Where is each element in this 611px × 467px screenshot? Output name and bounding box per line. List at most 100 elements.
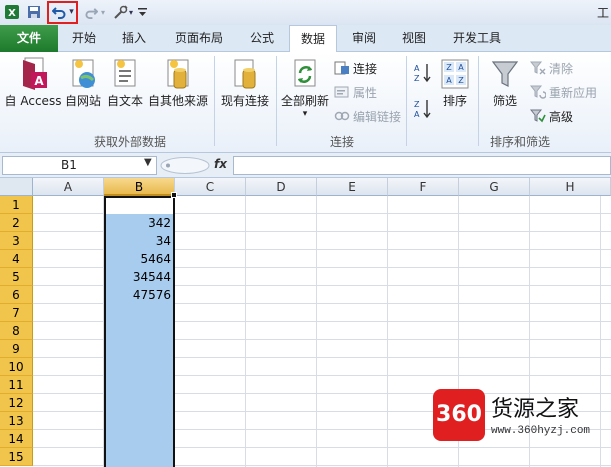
sort-descending-button[interactable]: ZA: [412, 98, 434, 123]
row-header[interactable]: 10: [0, 358, 33, 376]
sort-dialog-icon: Z AA Z: [441, 59, 469, 89]
svg-text:Z: Z: [458, 76, 464, 85]
select-all-corner[interactable]: [0, 178, 33, 196]
column-header-c[interactable]: C: [175, 178, 246, 196]
from-other-sources-button[interactable]: 自其他来源: [146, 56, 210, 109]
refresh-all-arrow: ▾: [302, 109, 308, 119]
watermark-name: 货源之家: [491, 397, 580, 422]
excel-window: X ▾ ▾ ▾ 工 文件 开始 插入 页面布局 公式 数据 审阅 视图 开发工具: [0, 0, 611, 467]
tab-page-layout[interactable]: 页面布局: [164, 25, 234, 52]
tab-developer[interactable]: 开发工具: [444, 25, 510, 52]
cell-b4[interactable]: 5464: [104, 250, 173, 268]
row-header[interactable]: 15: [0, 448, 33, 466]
from-text-button[interactable]: 自文本: [104, 56, 146, 109]
customize-qat-icon[interactable]: [137, 3, 147, 21]
connections-label: 连接: [353, 61, 378, 76]
advanced-filter-icon: [530, 109, 546, 123]
column-header-b[interactable]: B: [104, 178, 175, 196]
row-header[interactable]: 13: [0, 412, 33, 430]
tab-home[interactable]: 开始: [62, 25, 106, 52]
row-header[interactable]: 5: [0, 268, 33, 286]
properties-label: 属性: [353, 85, 378, 100]
column-header-e[interactable]: E: [317, 178, 388, 196]
ribbon-separator: [214, 56, 215, 146]
clear-filter-icon: [530, 61, 546, 75]
name-box[interactable]: B1: [2, 156, 157, 175]
advanced-filter-button[interactable]: 高级: [530, 107, 573, 125]
tools-dropdown-icon[interactable]: ▾: [128, 3, 134, 21]
sort-label: 排序: [442, 94, 467, 108]
save-icon[interactable]: [26, 3, 42, 21]
row-header[interactable]: 14: [0, 430, 33, 448]
column-header-d[interactable]: D: [246, 178, 317, 196]
tab-file[interactable]: 文件: [0, 25, 58, 52]
redo-icon[interactable]: [84, 3, 98, 21]
refresh-all-button[interactable]: 全部刷新 ▾: [279, 56, 331, 119]
filter-button[interactable]: 筛选: [486, 56, 524, 109]
tab-formulas[interactable]: 公式: [240, 25, 284, 52]
group-label-connections: 连接: [329, 135, 354, 149]
cell-b3[interactable]: 34: [104, 232, 173, 250]
from-text-label: 自文本: [106, 94, 143, 108]
row-header[interactable]: 9: [0, 340, 33, 358]
tab-view[interactable]: 视图: [392, 25, 436, 52]
properties-button[interactable]: 属性: [334, 83, 377, 101]
svg-text:Z: Z: [414, 100, 420, 109]
tab-review[interactable]: 审阅: [342, 25, 386, 52]
svg-text:A: A: [458, 63, 464, 72]
row-header[interactable]: 7: [0, 304, 33, 322]
existing-connections-button[interactable]: 现有连接: [218, 56, 272, 109]
cell-b5[interactable]: 34544: [104, 268, 173, 286]
reapply-label: 重新应用: [549, 85, 598, 100]
svg-text:A: A: [446, 76, 452, 85]
active-cell-b1[interactable]: [104, 196, 175, 214]
formula-input[interactable]: [233, 156, 611, 175]
tab-data[interactable]: 数据: [289, 25, 337, 53]
name-box-dropdown-icon[interactable]: ▼: [144, 157, 152, 168]
watermark-badge: 360: [433, 389, 485, 441]
ribbon-separator: [276, 56, 277, 146]
connections-icon: [334, 61, 349, 75]
reapply-button[interactable]: 重新应用: [530, 83, 597, 101]
column-header-a[interactable]: A: [33, 178, 104, 196]
from-web-label: 自网站: [64, 94, 101, 108]
row-header[interactable]: 3: [0, 232, 33, 250]
sort-descending-icon: ZA: [414, 100, 431, 119]
insert-function-button[interactable]: fx: [214, 157, 227, 171]
edit-links-icon: [334, 111, 350, 121]
row-header[interactable]: 1: [0, 196, 33, 214]
cell-b6[interactable]: 47576: [104, 286, 173, 304]
sort-ascending-button[interactable]: AZ: [412, 62, 434, 87]
access-icon: A: [23, 57, 47, 90]
existing-connections-label: 现有连接: [220, 94, 269, 108]
row-header[interactable]: 6: [0, 286, 33, 304]
text-file-icon: [114, 59, 136, 87]
tools-icon[interactable]: [112, 3, 128, 21]
row-header[interactable]: 4: [0, 250, 33, 268]
column-header-g[interactable]: G: [459, 178, 530, 196]
redo-dropdown-icon[interactable]: ▾: [99, 3, 107, 21]
fill-handle[interactable]: [171, 192, 177, 198]
cell-b2[interactable]: 342: [104, 214, 173, 232]
column-header-f[interactable]: F: [388, 178, 459, 196]
row-header[interactable]: 8: [0, 322, 33, 340]
sort-button[interactable]: ZAAZ 排序: [438, 56, 472, 109]
other-sources-icon: [167, 59, 189, 89]
ribbon-separator: [406, 56, 407, 146]
clear-filter-button[interactable]: 清除: [530, 59, 573, 77]
watermark: 360 货源之家 www.360hyzj.com: [431, 387, 611, 467]
edit-links-button[interactable]: 编辑链接: [334, 107, 401, 125]
advanced-filter-label: 高级: [549, 109, 574, 124]
column-header-h[interactable]: H: [530, 178, 611, 196]
row-header[interactable]: 12: [0, 394, 33, 412]
filter-funnel-icon: [491, 61, 519, 87]
svg-text:Z: Z: [446, 63, 452, 72]
connections-button[interactable]: 连接: [334, 59, 377, 77]
tab-insert[interactable]: 插入: [112, 25, 156, 52]
row-header[interactable]: 11: [0, 376, 33, 394]
filter-label: 筛选: [492, 94, 517, 108]
from-access-button[interactable]: A 自 Access: [4, 56, 62, 109]
from-web-button[interactable]: 自网站: [62, 56, 104, 109]
formula-bar-divider-icon[interactable]: [160, 157, 210, 174]
row-header[interactable]: 2: [0, 214, 33, 232]
